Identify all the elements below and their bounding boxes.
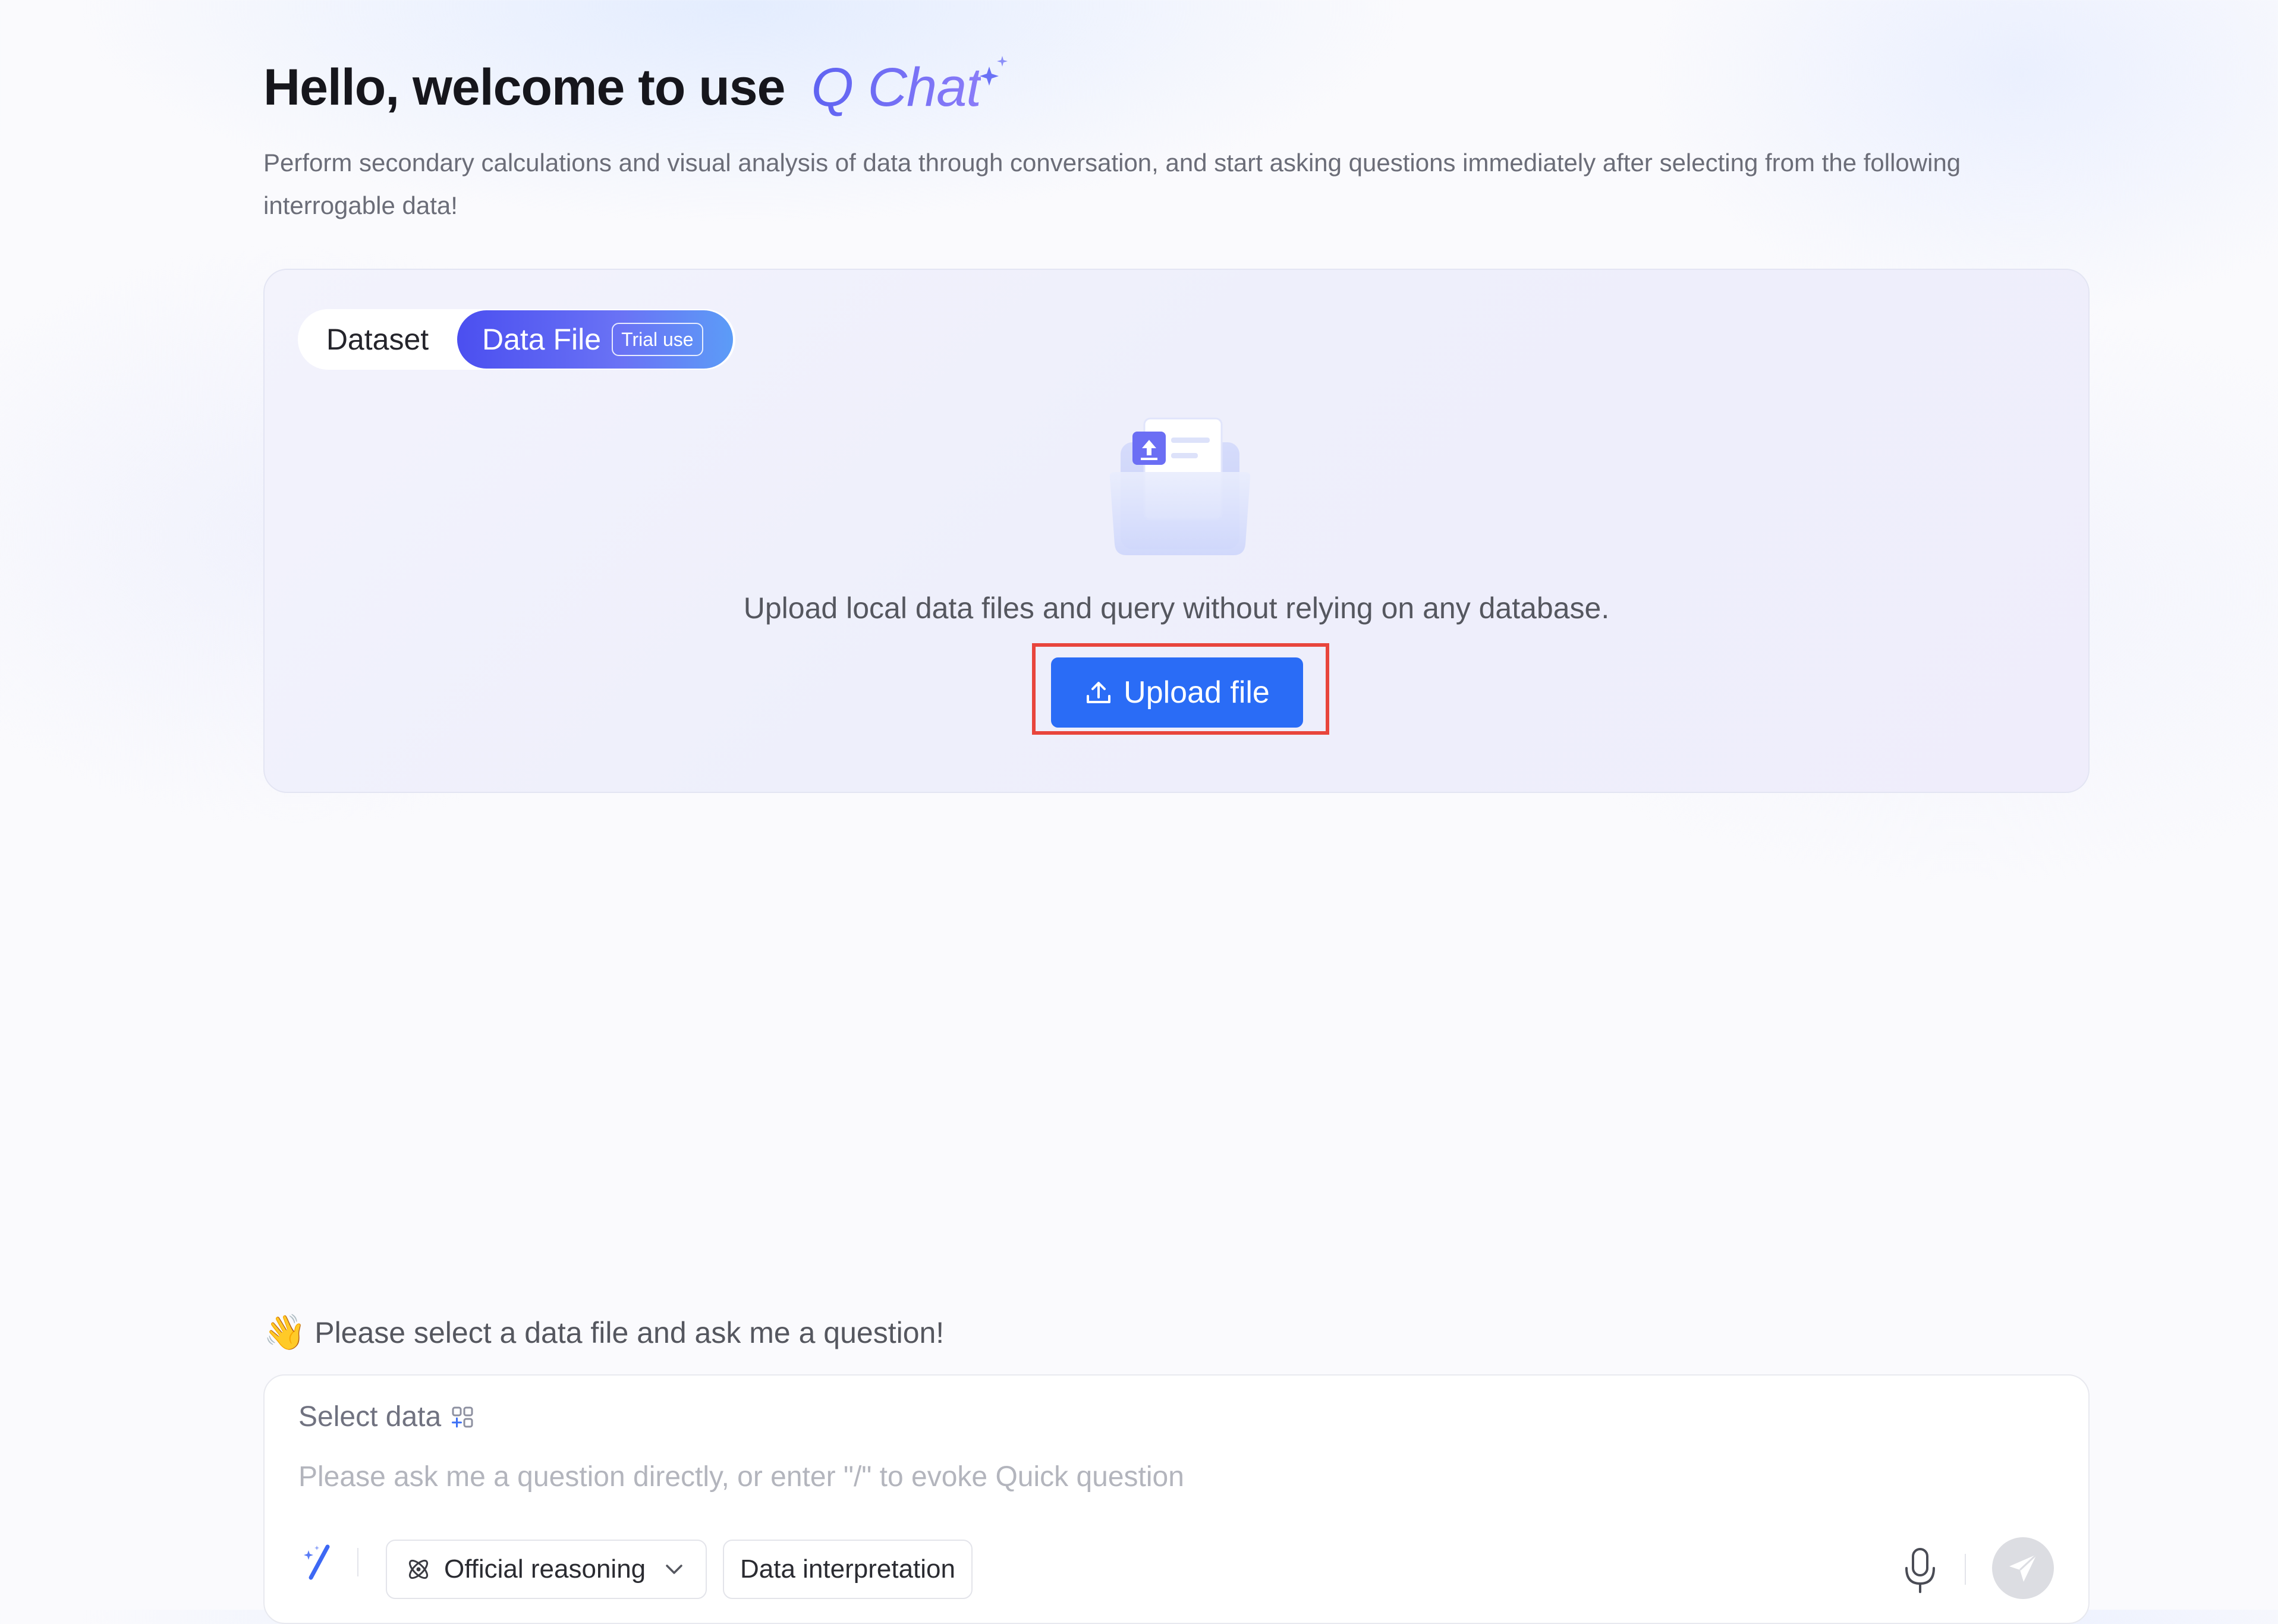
chevron-down-icon xyxy=(666,1565,682,1574)
data-source-panel: Dataset Data File Trial use Upload local… xyxy=(263,269,2090,793)
atom-icon xyxy=(408,1559,429,1579)
tab-data-file-label: Data File xyxy=(482,323,602,356)
tab-dataset[interactable]: Dataset xyxy=(298,309,457,370)
reasoning-mode-label: Official reasoning xyxy=(444,1554,646,1584)
upload-icon xyxy=(1087,682,1111,703)
prompt-hint: 👋 Please select a data file and ask me a… xyxy=(263,1308,944,1358)
select-data-button[interactable]: Select data xyxy=(298,1400,474,1433)
question-composer: Select data Official reasoning Data inte… xyxy=(263,1374,2090,1624)
grid-add-icon xyxy=(452,1406,473,1427)
data-interpretation-button[interactable]: Data interpretation xyxy=(723,1540,973,1599)
upload-file-label: Upload file xyxy=(1124,675,1270,710)
tab-dataset-label: Dataset xyxy=(326,323,429,356)
toolbar-divider xyxy=(357,1548,358,1576)
magic-wand-icon[interactable] xyxy=(300,1542,339,1581)
microphone-icon[interactable] xyxy=(1899,1547,1941,1594)
send-button[interactable] xyxy=(1992,1537,2054,1599)
toolbar-divider-right xyxy=(1965,1554,1966,1585)
waving-hand-icon: 👋 xyxy=(263,1313,307,1352)
select-data-label: Select data xyxy=(298,1401,442,1433)
data-source-tabs: Dataset Data File Trial use xyxy=(298,309,735,370)
reasoning-mode-select[interactable]: Official reasoning xyxy=(386,1540,707,1599)
welcome-title: Hello, welcome to use Q Chat xyxy=(263,55,981,120)
question-input[interactable] xyxy=(298,1453,2022,1500)
prompt-hint-text: Please select a data file and ask me a q… xyxy=(314,1316,945,1349)
page-subtitle: Perform secondary calculations and visua… xyxy=(263,149,1961,219)
brand-name: Q Chat xyxy=(811,56,981,118)
folder-upload-illustration xyxy=(1109,417,1251,555)
data-interpretation-label: Data interpretation xyxy=(740,1554,955,1584)
welcome-text: Hello, welcome to use xyxy=(263,58,785,116)
upload-description: Upload local data files and query withou… xyxy=(743,591,1610,625)
sparkle-icon xyxy=(980,56,1008,86)
trial-use-badge: Trial use xyxy=(612,323,703,356)
tab-data-file[interactable]: Data File Trial use xyxy=(457,310,733,369)
send-icon xyxy=(2009,1553,2038,1582)
upload-file-button[interactable]: Upload file xyxy=(1051,657,1303,728)
